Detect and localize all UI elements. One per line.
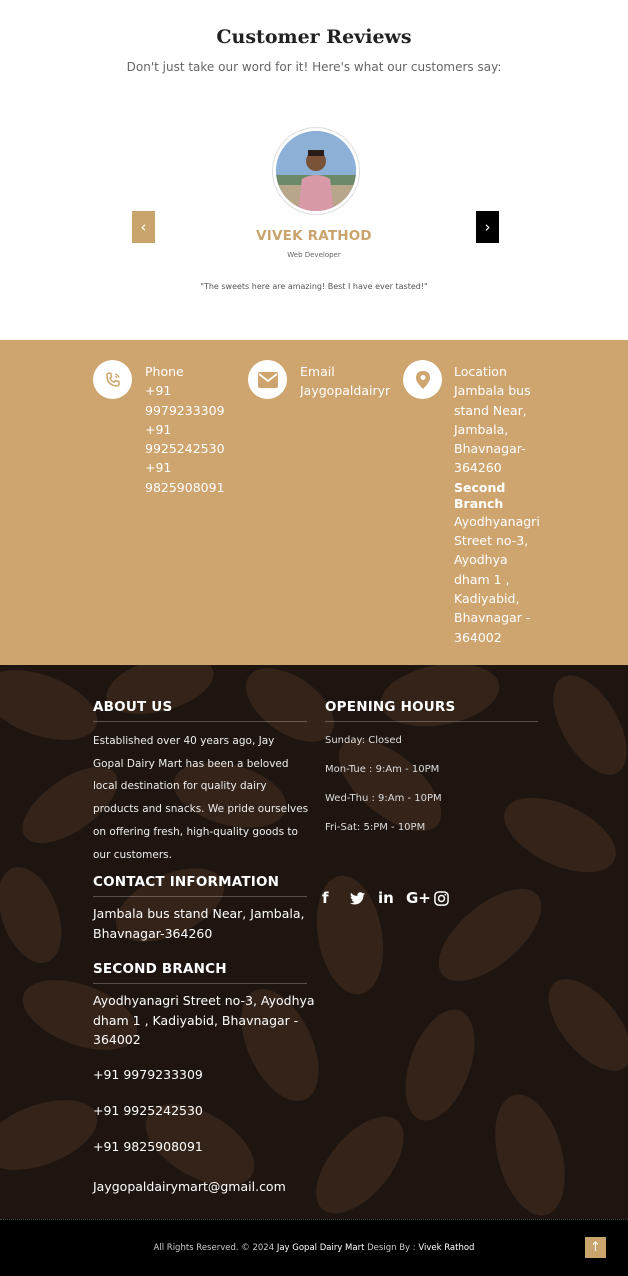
phone-line: +91 xyxy=(145,460,172,476)
second-branch-line: Ayodhyanagri xyxy=(454,513,540,529)
footer-phone-1[interactable]: +91 9979233309 xyxy=(93,1065,203,1085)
footer-email-link[interactable]: Jaygopaldairymart@gmail.com xyxy=(93,1177,286,1197)
second-branch-line: Ayodhya xyxy=(454,552,508,568)
reviewer-role: Web Developer xyxy=(287,251,341,259)
email-column: Email Jaygopaldairyr xyxy=(300,362,390,401)
reviewer-name: VIVEK RATHOD xyxy=(256,228,372,244)
opening-hours-heading: OPENING HOURS xyxy=(325,699,456,715)
phone-line: +91 xyxy=(145,383,172,399)
second-branch-line: 364002 xyxy=(454,629,502,645)
map-marker-icon xyxy=(403,360,442,399)
second-branch-address: Ayodhyanagri Street no-3, Ayodhya dham 1… xyxy=(93,991,318,1050)
location-column: Location Jambala bus stand Near, Jambala… xyxy=(454,362,554,647)
second-branch-title-line: Branch xyxy=(454,495,504,511)
reviews-section: Customer Reviews Don't just take our wor… xyxy=(0,0,628,340)
copyright-text: All Rights Reserved. © 2024 Jay Gopal Da… xyxy=(0,1243,628,1253)
footer-phone-2[interactable]: +91 9925242530 xyxy=(93,1101,203,1121)
phone-line[interactable]: 9979233309 xyxy=(145,401,235,420)
facebook-icon[interactable]: f xyxy=(322,889,350,907)
linkedin-icon[interactable]: in xyxy=(378,889,406,907)
about-line: Established over 40 years ago, Jay xyxy=(93,735,275,747)
location-line: 364260 xyxy=(454,460,502,476)
envelope-icon xyxy=(248,360,287,399)
email-link[interactable]: Jaygopaldairyr xyxy=(300,381,390,400)
contact-address-line: Bhavnagar-364260 xyxy=(93,925,213,941)
email-title: Email xyxy=(300,364,335,379)
second-branch-line: Bhavnagar - xyxy=(454,610,531,626)
designer-link[interactable]: Vivek Rathod xyxy=(418,1243,474,1253)
instagram-icon[interactable] xyxy=(434,889,462,907)
about-divider xyxy=(93,721,307,722)
phone-column: Phone +91 9979233309 +91 9925242530 +91 … xyxy=(145,362,235,497)
second-branch-line: Kadiyabid, xyxy=(454,590,520,606)
about-line: on offering fresh, high-quality goods to xyxy=(93,825,298,838)
hours-fri-sat: Fri-Sat: 5:PM - 10PM xyxy=(325,822,426,833)
hours-mon-tue: Mon-Tue : 9:Am - 10PM xyxy=(325,764,440,775)
phone-line: +91 xyxy=(145,421,172,437)
footer: ABOUT US Established over 40 years ago, … xyxy=(0,665,628,1219)
about-line: products and snacks. We pride ourselves xyxy=(93,803,309,816)
about-line: our customers. xyxy=(93,848,172,861)
hours-divider xyxy=(325,721,538,722)
phone-line[interactable]: 9925242530 xyxy=(145,439,235,458)
second-branch-heading: SECOND BRANCH xyxy=(93,961,227,977)
about-us-text: Established over 40 years ago, Jay Gopal… xyxy=(93,730,318,866)
about-us-heading: ABOUT US xyxy=(93,699,173,715)
brand-link[interactable]: Jay Gopal Dairy Mart xyxy=(277,1243,365,1253)
copyright-bar: All Rights Reserved. © 2024 Jay Gopal Da… xyxy=(0,1219,628,1276)
social-links: f in G+ xyxy=(322,889,462,907)
contact-address-line: Jambala bus stand Near, Jambala, xyxy=(93,906,305,921)
about-line: Gopal Dairy Mart has been a beloved xyxy=(93,757,289,770)
back-to-top-button[interactable]: ↑ xyxy=(585,1237,606,1258)
hours-wed-thu: Wed-Thu : 9:Am - 10PM xyxy=(325,793,442,804)
arrow-up-icon: ↑ xyxy=(590,1240,601,1255)
location-title: Location xyxy=(454,364,507,379)
contact-band: Phone +91 9979233309 +91 9925242530 +91 … xyxy=(0,340,628,665)
hours-sunday: Sunday: Closed xyxy=(325,735,402,746)
phone-icon xyxy=(93,360,132,399)
contact-address: Jambala bus stand Near, Jambala, Bhavnag… xyxy=(93,904,318,943)
contact-information-heading: CONTACT INFORMATION xyxy=(93,874,280,890)
second-branch-line: dham 1 , xyxy=(454,571,510,587)
second-branch-title-line: Second xyxy=(454,479,506,495)
avatar xyxy=(273,128,359,214)
review-quote: "The sweets here are amazing! Best I hav… xyxy=(200,282,428,291)
location-line: stand Near, xyxy=(454,402,527,418)
reviews-title: Customer Reviews xyxy=(216,26,412,48)
contact-divider xyxy=(93,896,307,897)
second-branch-title: Second Branch xyxy=(454,480,554,512)
branch-address-line: Ayodhyanagri Street no-3, Ayodhya xyxy=(93,993,315,1008)
location-line: Bhavnagar- xyxy=(454,441,526,457)
location-line: Jambala, xyxy=(454,421,509,437)
branch-address-line: dham 1 , Kadiyabid, Bhavnagar - xyxy=(93,1012,299,1028)
google-plus-icon[interactable]: G+ xyxy=(406,889,434,907)
about-line: local destination for quality dairy xyxy=(93,780,267,793)
branch-divider xyxy=(93,983,307,984)
location-line: Jambala bus xyxy=(454,383,531,399)
second-branch-line: Street no-3, xyxy=(454,533,529,549)
reviews-subtitle: Don't just take our word for it! Here's … xyxy=(126,60,502,74)
design-by-label: Design By : xyxy=(364,1243,419,1253)
branch-address-line: 364002 xyxy=(93,1032,141,1047)
phone-line[interactable]: 9825908091 xyxy=(145,478,235,497)
copyright-prefix: All Rights Reserved. © 2024 xyxy=(153,1243,277,1253)
footer-phone-3[interactable]: +91 9825908091 xyxy=(93,1137,203,1157)
twitter-icon[interactable] xyxy=(350,889,378,907)
phone-title: Phone xyxy=(145,364,184,379)
